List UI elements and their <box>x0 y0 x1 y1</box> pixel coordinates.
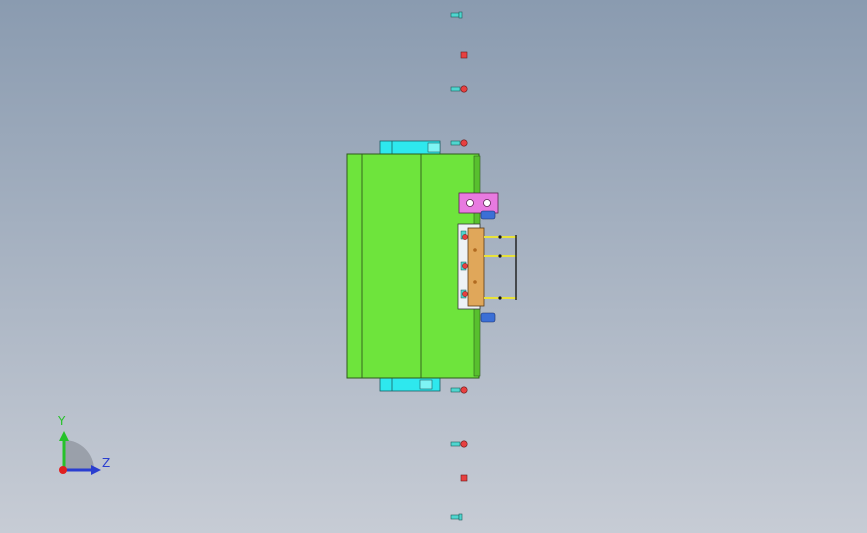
slider-assembly[interactable] <box>457 223 485 310</box>
bolt[interactable] <box>450 11 463 19</box>
axis-z-label: Z <box>102 456 111 470</box>
screw-top[interactable] <box>480 210 496 220</box>
bolt-head[interactable] <box>460 51 468 59</box>
mold-assembly-scene[interactable] <box>0 0 867 533</box>
bolt-head[interactable] <box>460 474 468 482</box>
bolt[interactable] <box>450 513 463 521</box>
bolt[interactable] <box>450 139 468 147</box>
cad-3d-viewport[interactable]: Y Z <box>0 0 867 533</box>
guide-block-bottom[interactable] <box>379 377 441 392</box>
bolt[interactable] <box>450 386 468 394</box>
bolt[interactable] <box>450 440 468 448</box>
clamp-plate[interactable] <box>458 192 499 214</box>
guide-block-top[interactable] <box>379 140 441 155</box>
screw-bottom[interactable] <box>480 312 496 323</box>
axis-y-label: Y <box>58 414 66 428</box>
bolt[interactable] <box>450 85 468 93</box>
